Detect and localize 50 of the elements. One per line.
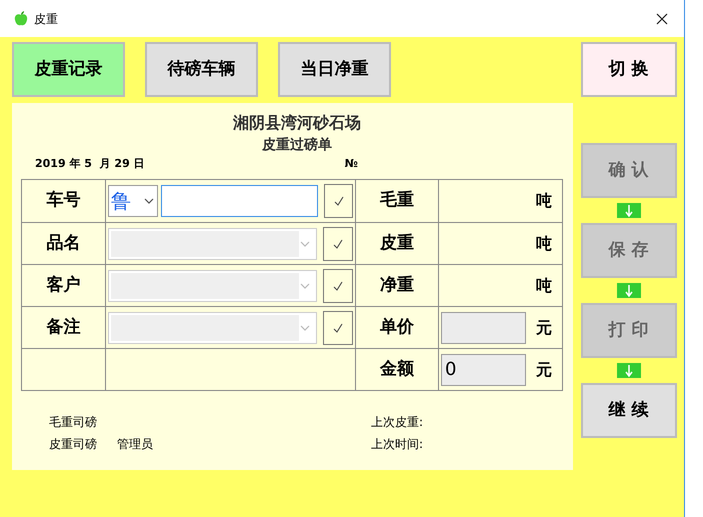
table-cell: 金额 (356, 348, 439, 390)
action-button[interactable]: 继 续 (580, 383, 676, 438)
apple-icon (14, 10, 28, 26)
table-cell: 皮重 (356, 222, 439, 264)
chevron-down-icon (300, 282, 310, 288)
table-cell: 客户 (22, 264, 106, 306)
confirm-check-button[interactable] (323, 310, 353, 344)
tab[interactable]: 待磅车辆 (145, 42, 258, 97)
check-icon (332, 280, 344, 292)
company-title: 湘阴县湾河砂石场 (232, 113, 362, 133)
chevron-down-icon (300, 240, 310, 246)
form-title: 皮重过磅单 (260, 136, 333, 154)
confirm-check-button[interactable] (323, 268, 353, 302)
combo-field[interactable] (108, 228, 318, 260)
footer-label: 上次时间: (371, 436, 424, 453)
footer-label: 皮重司磅 (49, 436, 97, 453)
table-cell: 单价 (356, 306, 439, 348)
table-cell: 毛重 (356, 180, 439, 222)
confirm-check-button[interactable] (323, 226, 353, 260)
date-text: 2019 年 5 月 29 日 (35, 157, 145, 171)
chevron-down-icon (300, 324, 310, 330)
table-cell: 车号 (22, 180, 106, 222)
unit-label: 元 (536, 316, 552, 338)
table-cell: 净重 (356, 264, 439, 306)
close-icon[interactable] (656, 12, 668, 24)
tab[interactable]: 皮重记录 (12, 42, 125, 97)
table-cell: 品名 (22, 222, 106, 264)
combo-field[interactable] (108, 270, 318, 302)
footer-value: 管理员 (117, 436, 153, 453)
footer-label: 毛重司磅 (49, 414, 97, 431)
footer-label: 上次皮重: (371, 414, 424, 431)
check-icon (332, 238, 344, 250)
chevron-down-icon (144, 198, 154, 204)
value-field[interactable] (441, 312, 526, 344)
combo-field[interactable] (108, 312, 318, 344)
value-field[interactable]: 0 (441, 354, 526, 386)
switch-button[interactable]: 切 换 (580, 42, 676, 97)
unit-label: 吨 (536, 274, 552, 296)
unit-label: 元 (536, 358, 552, 380)
window-title: 皮重 (34, 10, 58, 28)
number-label: № (344, 157, 358, 171)
plate-number-field[interactable] (161, 185, 318, 217)
confirm-check-button[interactable] (324, 184, 353, 218)
tab[interactable]: 当日净重 (278, 42, 391, 97)
check-icon (332, 195, 345, 207)
province-select[interactable]: 鲁 (108, 185, 158, 217)
check-icon (332, 322, 344, 334)
unit-label: 吨 (536, 190, 552, 212)
table-cell: 备注 (22, 306, 106, 348)
unit-label: 吨 (536, 232, 552, 254)
